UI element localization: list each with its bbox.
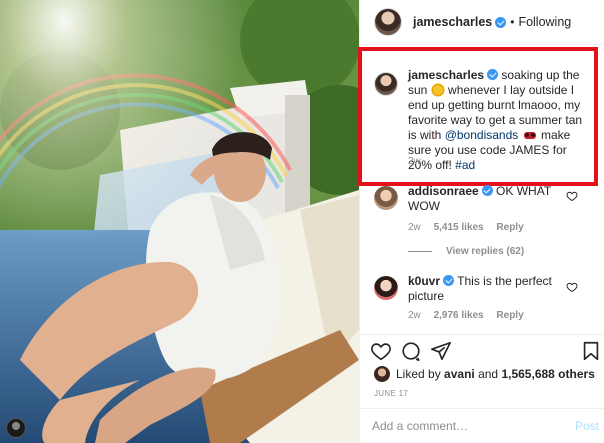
liker-username[interactable]: avani [444,367,475,381]
post-side-panel: jamescharles • Following jamescharles so… [358,0,604,443]
verified-badge-icon [487,69,499,80]
post-actions-bar [360,336,604,366]
verified-badge-icon [495,16,507,28]
comment-like-heart-icon[interactable] [566,281,578,293]
photo-illustration [0,0,359,443]
replies-line [408,251,432,252]
view-replies-label: View replies (62) [446,246,525,257]
comment-likes[interactable]: 2,976 likes [434,310,484,321]
comment-reply-button[interactable]: Reply [496,310,523,321]
author-avatar[interactable] [374,8,402,36]
likes-count-link[interactable]: 1,565,688 others [501,367,594,381]
header-separator: • [510,15,515,29]
comment-likes[interactable]: 5,415 likes [434,222,484,233]
post-caption: jamescharles soaking up the sun whenever… [408,68,594,173]
post-photo[interactable] [0,0,359,443]
verified-badge-icon [443,275,455,286]
comment-input[interactable] [372,415,562,437]
commenter-username[interactable]: k0uvr [408,274,440,288]
post-header: jamescharles • Following [360,0,604,44]
comment-text: addisonraee OK WHAT WOW [408,184,558,214]
caption-mention-link[interactable]: @bondisands [445,128,519,142]
comment-meta: 2w 2,976 likes Reply [408,310,534,321]
caption-timestamp[interactable]: 2w [408,156,421,167]
tagged-user-icon[interactable] [6,418,26,438]
author-username[interactable]: jamescharles [413,15,492,29]
share-icon[interactable] [430,340,452,362]
likes-summary: Liked by avani and 1,565,688 others [374,366,595,382]
post-date[interactable]: JUNE 17 [374,389,408,398]
caption-author-avatar[interactable] [374,72,398,96]
add-comment-bar: Post [360,408,604,443]
verified-badge-icon [481,185,493,196]
comment-time[interactable]: 2w [408,222,421,233]
comment-time[interactable]: 2w [408,310,421,321]
sunglasses-emoji-icon [523,132,536,139]
header-divider [360,44,604,45]
comment-text: k0uvr This is the perfect picture [408,274,558,304]
sun-emoji-icon [432,85,443,95]
comment-reply-button[interactable]: Reply [496,222,523,233]
post-comment-button[interactable]: Post [575,419,599,433]
caption-username[interactable]: jamescharles [408,68,484,82]
commenter-avatar[interactable] [374,186,398,210]
comment-meta: 2w 5,415 likes Reply [408,222,534,233]
view-replies-button[interactable]: View replies (62) [408,246,524,257]
caption-hashtag-link[interactable]: #ad [455,158,475,172]
liker-avatar[interactable] [374,366,390,382]
likes-prefix: Liked by [396,367,441,381]
following-button[interactable]: Following [518,15,571,29]
commenter-avatar[interactable] [374,276,398,300]
likes-middle: and [478,367,499,381]
heart-icon[interactable] [370,340,392,362]
actions-divider [360,334,604,335]
comment-like-heart-icon[interactable] [566,190,578,202]
comment-icon[interactable] [400,340,422,362]
commenter-username[interactable]: addisonraee [408,184,479,198]
bookmark-icon[interactable] [580,340,602,362]
